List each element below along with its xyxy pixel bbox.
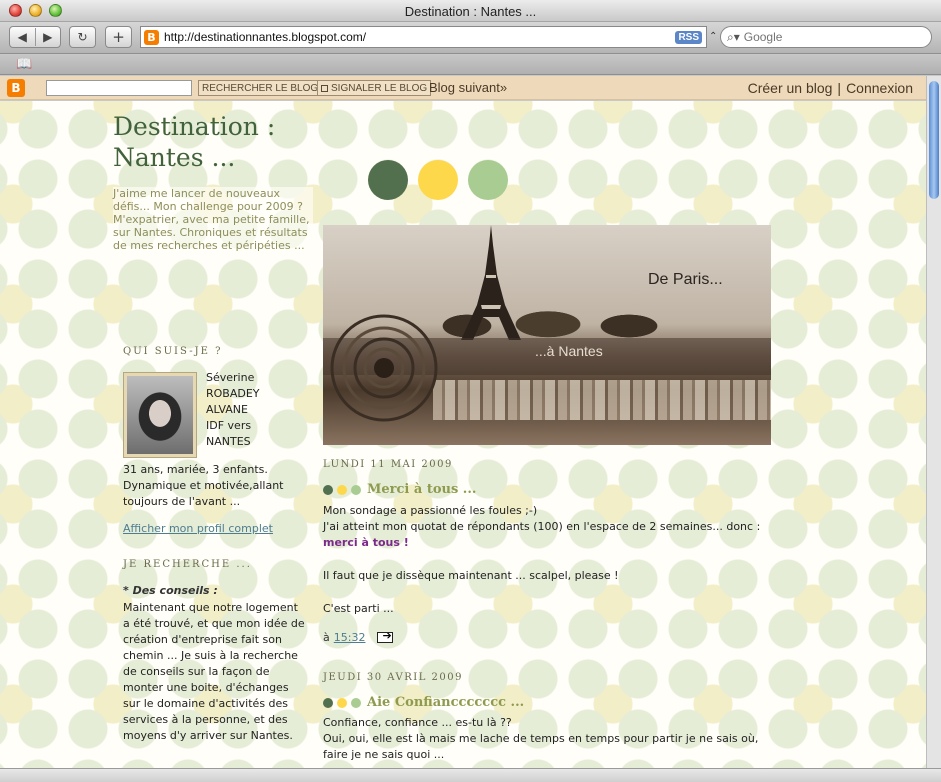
- post-date: JEUDI 30 AVRIL 2009: [323, 672, 463, 683]
- post-title-link[interactable]: Merci à tous ...: [367, 482, 476, 497]
- header-dots: [368, 160, 508, 200]
- browser-toolbar: ◀ ▶ ↻ + B http://destinationnantes.blogs…: [0, 22, 941, 54]
- yellow-dot-icon: [418, 160, 458, 200]
- rss-button[interactable]: RSS: [675, 30, 702, 44]
- create-blog-link[interactable]: Créer un blog: [748, 80, 833, 96]
- green-dot-icon: [323, 697, 333, 708]
- search-icon[interactable]: ⌕▾: [727, 30, 740, 45]
- post-footer-prefix: à: [323, 631, 330, 644]
- post-footer: à 15:32: [323, 629, 394, 644]
- profile-name-line: NANTES: [206, 435, 251, 448]
- yellow-dot-icon: [337, 484, 347, 495]
- about-heading: QUI SUIS-JE ?: [123, 346, 223, 357]
- post-body: Mon sondage a passionné les foules ;-) J…: [323, 503, 803, 617]
- post-line: Il faut que je dissèque maintenant ... s…: [323, 569, 619, 582]
- blog-title-line-1: Destination :: [113, 112, 276, 141]
- blog-description: J'aime me lancer de nouveaux défis... Mo…: [113, 187, 313, 252]
- forward-button[interactable]: ▶: [36, 30, 61, 44]
- post-line: Confiance, confiance ... es-tu là ??: [323, 716, 512, 729]
- post-line: Oui, oui, elle est là mais me lache de t…: [323, 732, 759, 745]
- yellow-dot-icon: [337, 697, 347, 708]
- post-date: LUNDI 11 MAI 2009: [323, 459, 453, 470]
- flag-blog-button[interactable]: SIGNALER LE BLOG: [317, 80, 432, 96]
- bookmarks-book-icon[interactable]: 📖: [16, 57, 32, 72]
- header-text-paris: De Paris...: [648, 271, 723, 288]
- post-line: Mon sondage a passionné les foules ;-): [323, 504, 538, 517]
- profile-about: 31 ans, mariée, 3 enfants. Dynamique et …: [123, 463, 284, 508]
- navbar-account-links: Créer un blog | Connexion: [748, 80, 913, 96]
- blog-title[interactable]: Destination : Nantes ...: [113, 111, 313, 173]
- post-line: J'ai atteint mon quotat de répondants (1…: [323, 520, 761, 533]
- header-text-nantes: ...à Nantes: [535, 343, 603, 359]
- address-bar[interactable]: B http://destinationnantes.blogspot.com/…: [140, 26, 707, 48]
- flag-icon: [321, 84, 328, 92]
- window-titlebar: Destination : Nantes ...: [0, 0, 941, 22]
- post-title: Merci à tous ...: [323, 482, 476, 497]
- post-body: Confiance, confiance ... es-tu là ?? Oui…: [323, 715, 803, 763]
- buildings-reflection: [433, 380, 771, 420]
- add-bookmark-button[interactable]: +: [105, 26, 132, 48]
- scroll-thumb[interactable]: [929, 81, 939, 199]
- avatar: [127, 376, 193, 454]
- search-input[interactable]: [743, 30, 914, 44]
- blogger-logo-icon[interactable]: B: [7, 79, 25, 97]
- email-post-icon[interactable]: [377, 629, 394, 643]
- profile-name-line: ROBADEY: [206, 387, 260, 400]
- back-forward-buttons: ◀ ▶: [9, 26, 61, 48]
- blog-page: Destination : Nantes ... J'aime me lance…: [0, 101, 926, 768]
- eiffel-tower-icon: [461, 225, 521, 340]
- search-subheading: * Des conseils :: [123, 584, 218, 597]
- header-image: De Paris... ...à Nantes: [323, 225, 771, 445]
- post-title-link[interactable]: Aie Confianccccccc ...: [367, 695, 524, 710]
- view-profile-link[interactable]: Afficher mon profil complet: [123, 522, 273, 535]
- light-green-dot-icon: [351, 484, 361, 495]
- window-bottom-bar: [0, 768, 941, 782]
- address-dropdown-icon[interactable]: ⌃: [709, 31, 717, 42]
- search-field[interactable]: ⌕▾: [720, 26, 932, 48]
- search-heading: JE RECHERCHE ...: [123, 559, 252, 570]
- window-title: Destination : Nantes ...: [404, 4, 537, 19]
- link-separator: |: [837, 80, 842, 96]
- spiral-staircase-icon: [330, 314, 438, 422]
- green-dot-icon: [368, 160, 408, 200]
- url-text[interactable]: http://destinationnantes.blogspot.com/: [164, 30, 675, 44]
- reload-button[interactable]: ↻: [69, 26, 96, 48]
- post-time-link[interactable]: 15:32: [334, 631, 366, 644]
- profile-name-line: ALVANE: [206, 403, 248, 416]
- post-highlight: merci à tous !: [323, 536, 409, 549]
- bookmarks-bar: 📖: [0, 55, 941, 75]
- post-title: Aie Confianccccccc ...: [323, 695, 524, 710]
- blogger-navbar: B RECHERCHER LE BLOG SIGNALER LE BLOG Bl…: [0, 76, 926, 100]
- green-dot-icon: [323, 484, 333, 495]
- login-link[interactable]: Connexion: [846, 80, 913, 96]
- profile-name: Séverine ROBADEY ALVANE IDF vers NANTES: [206, 370, 286, 450]
- blogger-favicon-icon: B: [144, 29, 159, 45]
- next-blog-link[interactable]: Blog suivant»: [429, 80, 507, 95]
- blog-search-input[interactable]: [46, 80, 192, 96]
- vertical-scrollbar[interactable]: [926, 76, 941, 768]
- profile-name-line: IDF vers: [206, 419, 252, 432]
- profile-photo[interactable]: [123, 372, 197, 458]
- flag-blog-label: SIGNALER LE BLOG: [331, 82, 428, 94]
- search-blog-button[interactable]: RECHERCHER LE BLOG: [198, 80, 323, 96]
- light-green-dot-icon: [351, 697, 361, 708]
- back-button[interactable]: ◀: [10, 30, 35, 44]
- blog-title-line-2: Nantes ...: [113, 143, 236, 172]
- profile-name-line: Séverine: [206, 371, 255, 384]
- post-line: C'est parti ...: [323, 602, 394, 615]
- search-text: Maintenant que notre logement a été trou…: [123, 601, 305, 742]
- light-green-dot-icon: [468, 160, 508, 200]
- post-line: faire je ne sais quoi ...: [323, 748, 445, 761]
